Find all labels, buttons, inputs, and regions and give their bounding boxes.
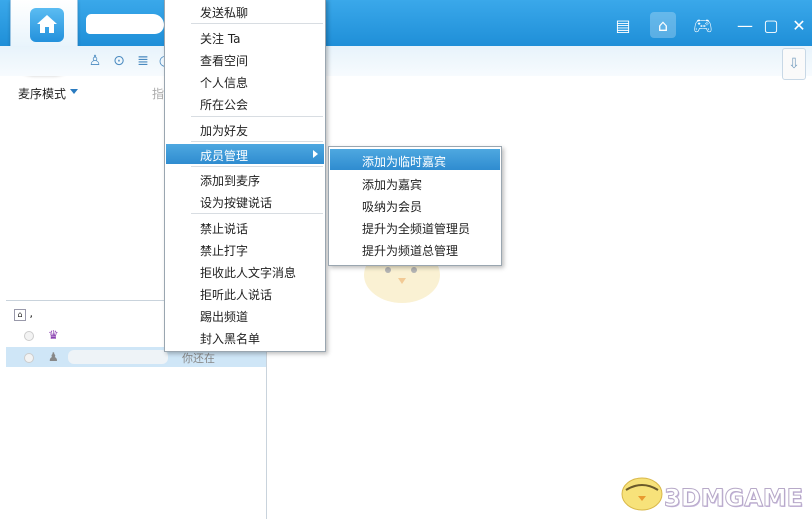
submenu-item-temp-guest[interactable]: 添加为临时嘉宾 bbox=[330, 149, 500, 170]
submenu-item-member[interactable]: 吸纳为会员 bbox=[330, 194, 500, 215]
menu-divider bbox=[191, 166, 323, 167]
menu-item-member-management[interactable]: 成员管理 bbox=[166, 144, 324, 164]
menu-item-mute-text[interactable]: 禁止打字 bbox=[166, 239, 324, 259]
gamepad-icon[interactable]: 🎮︎ bbox=[690, 12, 716, 38]
member-name-redacted bbox=[68, 350, 168, 364]
menu-item-block-voice[interactable]: 拒听此人说话 bbox=[166, 283, 324, 303]
maximize-icon[interactable]: ▢ bbox=[758, 12, 784, 38]
status-dot bbox=[24, 353, 34, 363]
menu-item-add-friend[interactable]: 加为好友 bbox=[166, 119, 324, 139]
chevron-right-icon bbox=[313, 150, 318, 158]
menu-item-follow[interactable]: 关注 Ta bbox=[166, 27, 324, 47]
avatar: ♟ bbox=[48, 350, 59, 364]
menu-divider bbox=[191, 141, 323, 142]
menu-item-view-space[interactable]: 查看空间 bbox=[166, 49, 324, 69]
notes-icon[interactable]: ≣ bbox=[134, 52, 152, 70]
minimize-icon[interactable]: — bbox=[732, 12, 758, 38]
submenu-item-head-admin[interactable]: 提升为频道总管理 bbox=[330, 238, 500, 259]
menu-item-send-private[interactable]: 发送私聊 bbox=[166, 1, 324, 21]
menu-divider bbox=[191, 116, 323, 117]
channel-name-redacted bbox=[86, 14, 164, 34]
menu-item-push-to-talk[interactable]: 设为按键说话 bbox=[166, 191, 324, 211]
list-header-text: , bbox=[29, 307, 34, 320]
status-dot bbox=[24, 331, 34, 341]
menu-item-add-to-queue[interactable]: 添加到麦序 bbox=[166, 169, 324, 189]
menu-item-kick[interactable]: 踢出频道 bbox=[166, 305, 324, 325]
submenu-item-guest[interactable]: 添加为嘉宾 bbox=[330, 172, 500, 193]
member-management-submenu: 添加为临时嘉宾 添加为嘉宾 吸纳为会员 提升为全频道管理员 提升为频道总管理 bbox=[328, 146, 502, 266]
menu-divider bbox=[191, 213, 323, 214]
watermark-text: 3DMGAME bbox=[663, 484, 804, 513]
menu-item-block-text[interactable]: 拒收此人文字消息 bbox=[166, 261, 324, 281]
context-menu: 发送私聊 关注 Ta 查看空间 个人信息 所在公会 加为好友 成员管理 添加到麦… bbox=[164, 0, 326, 352]
members-icon[interactable]: ♙ bbox=[86, 52, 104, 70]
menu-item-blacklist[interactable]: 封入黑名单 bbox=[166, 327, 324, 347]
watermark-chick-icon bbox=[621, 477, 663, 511]
message-icon[interactable]: ▤ bbox=[610, 12, 636, 38]
menu-divider bbox=[191, 23, 323, 24]
download-icon[interactable]: ⇩ bbox=[782, 48, 806, 80]
home-icon bbox=[30, 8, 64, 42]
menu-item-mute-voice[interactable]: 禁止说话 bbox=[166, 217, 324, 237]
close-icon[interactable]: ✕ bbox=[786, 12, 812, 38]
chevron-down-icon[interactable] bbox=[70, 89, 78, 94]
mode-label[interactable]: 麦序模式 bbox=[18, 85, 66, 102]
home-small-icon: ⌂ bbox=[14, 309, 26, 321]
submenu-item-admin[interactable]: 提升为全频道管理员 bbox=[330, 216, 500, 237]
location-icon[interactable]: ⊙ bbox=[110, 52, 128, 70]
home-nav-icon[interactable]: ⌂ bbox=[650, 12, 676, 38]
menu-item-guild[interactable]: 所在公会 bbox=[166, 93, 324, 113]
mode-extra-label: 指 bbox=[152, 87, 165, 101]
menu-item-profile[interactable]: 个人信息 bbox=[166, 71, 324, 91]
member-status-text: 你还在 bbox=[182, 352, 215, 365]
avatar: ♛ bbox=[48, 328, 59, 342]
list-header[interactable]: ⌂ , bbox=[14, 307, 33, 321]
